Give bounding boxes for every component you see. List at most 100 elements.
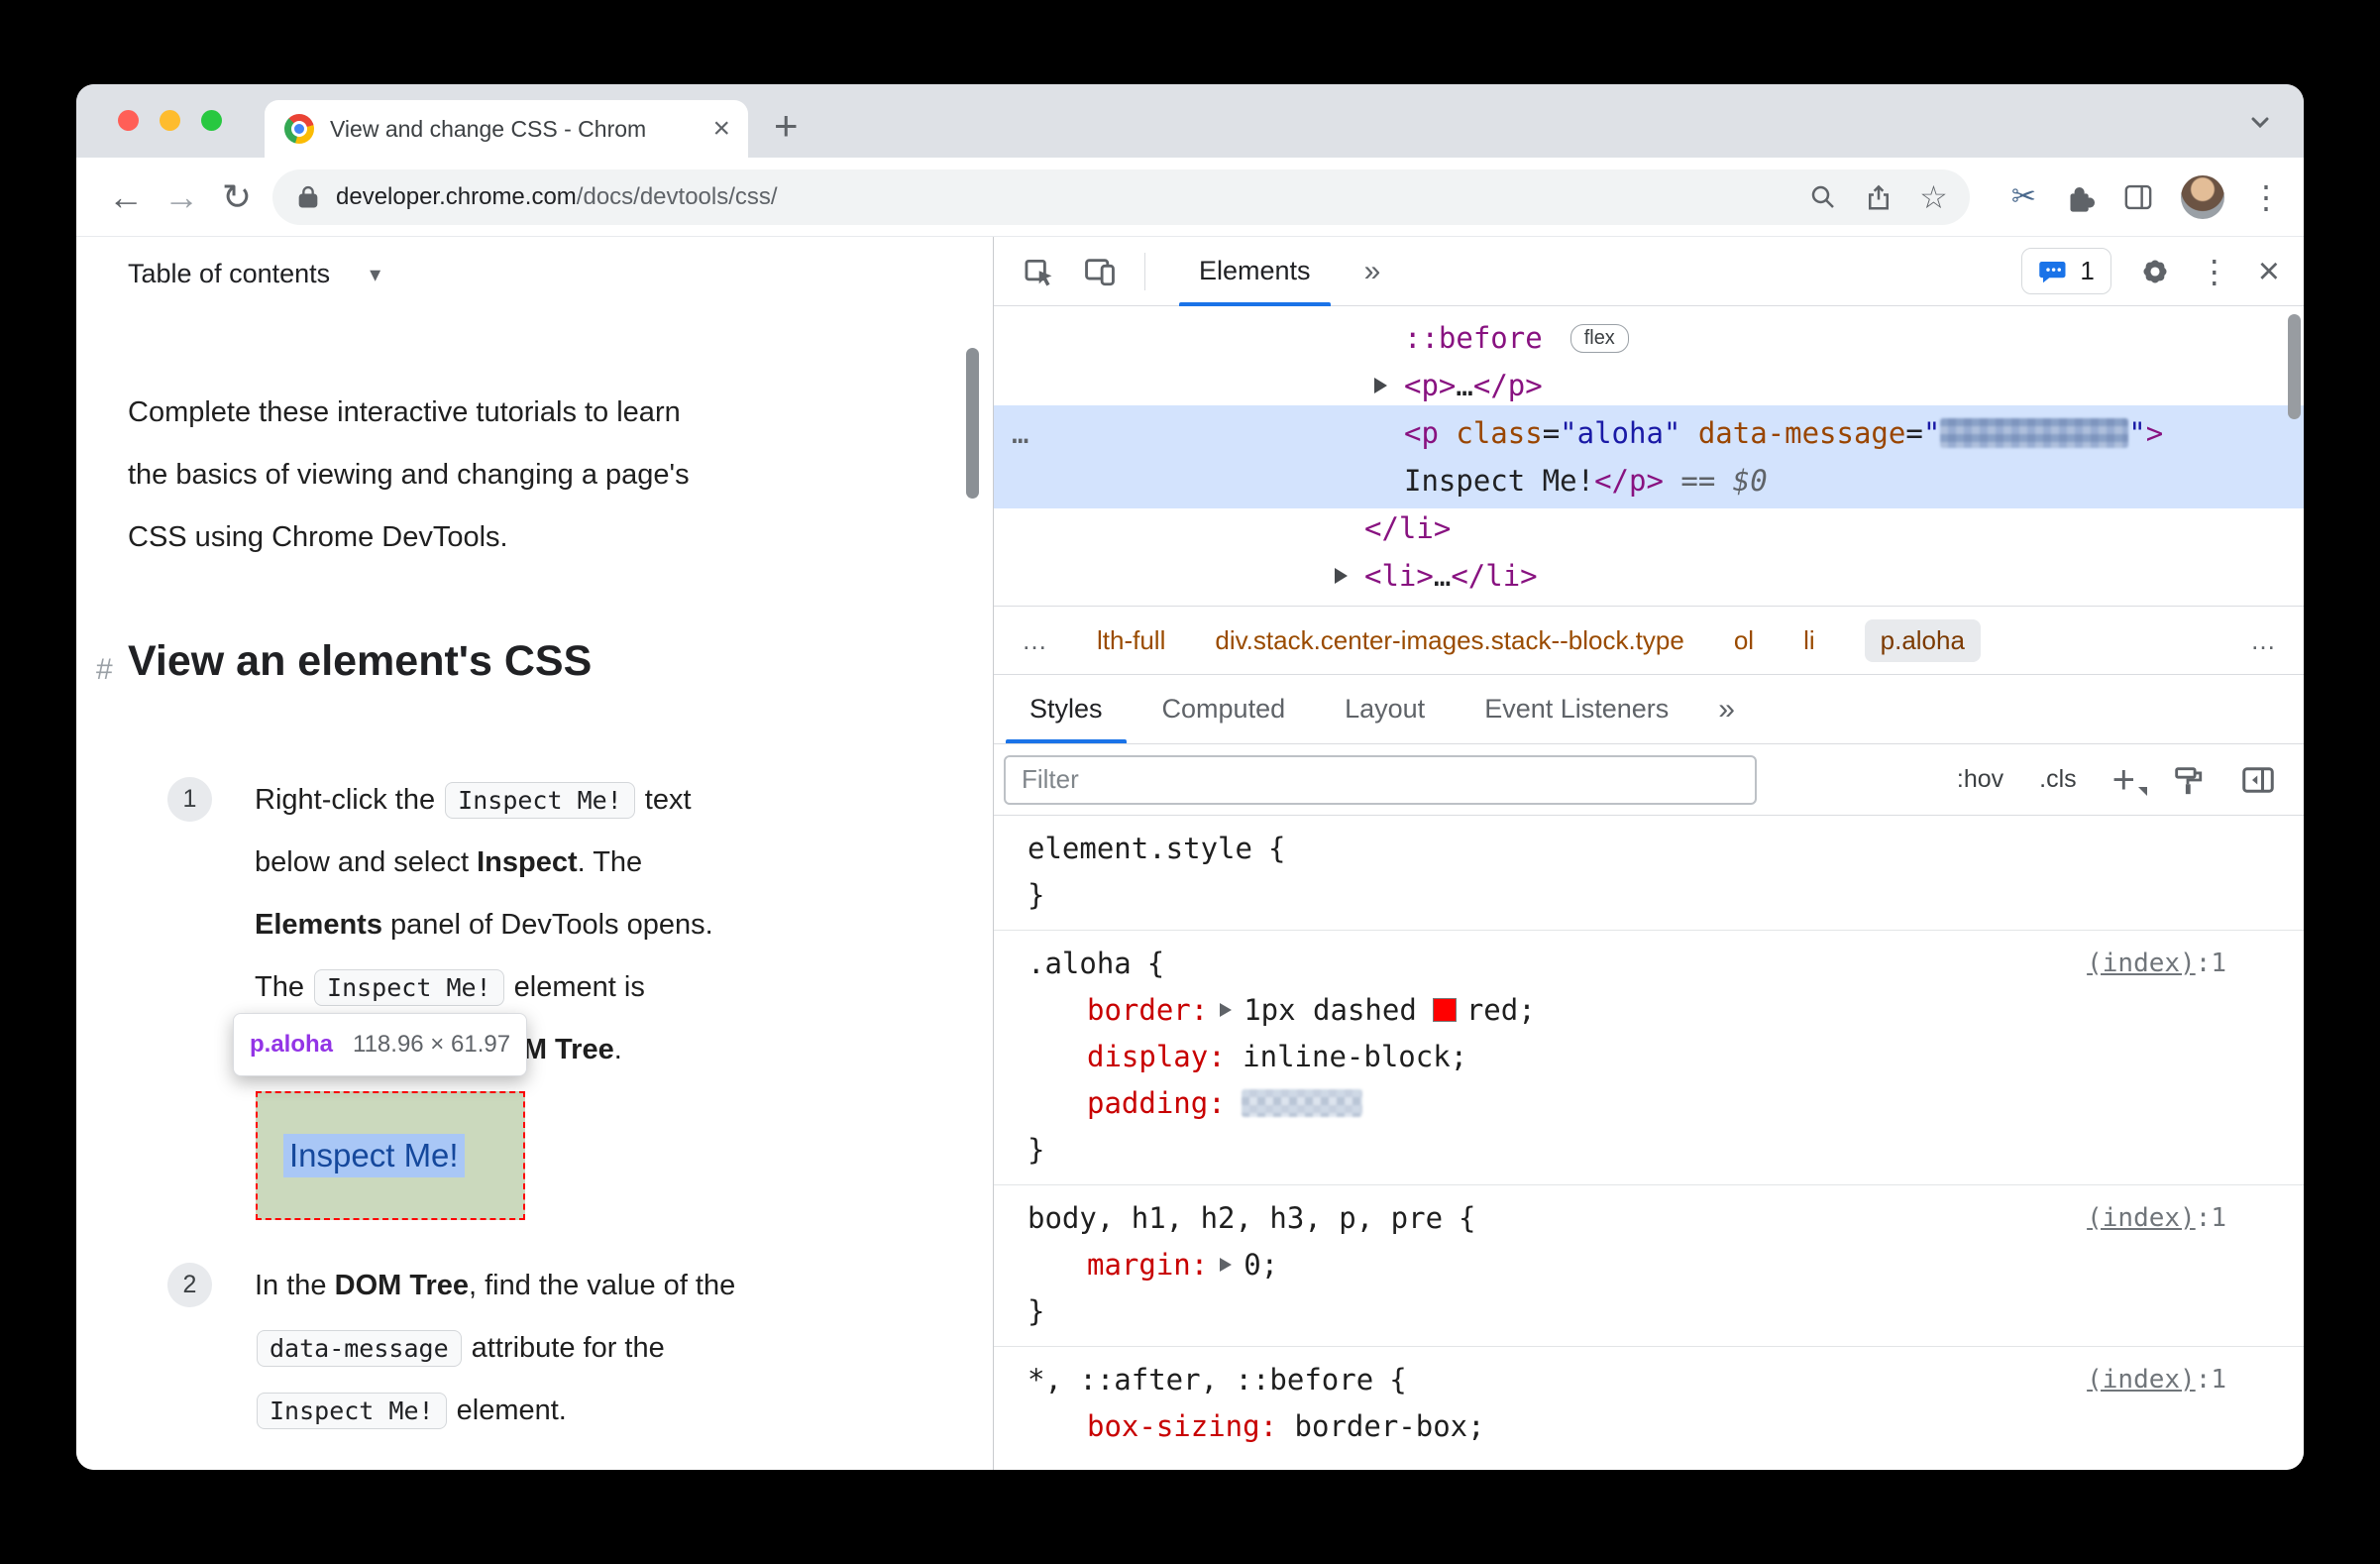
breadcrumb-overflow[interactable]: …	[2250, 625, 2276, 656]
extensions-puzzle-icon[interactable]	[2062, 180, 2096, 214]
inspect-element-icon[interactable]	[1022, 255, 1055, 288]
tooltip-dimensions: 118.96 × 61.97	[353, 1031, 511, 1058]
breadcrumb-current[interactable]: p.aloha	[1864, 618, 1981, 662]
tab-elements[interactable]: Elements	[1173, 237, 1337, 306]
forward-button[interactable]: →	[154, 176, 209, 218]
tab-event-listeners[interactable]: Event Listeners	[1455, 675, 1698, 743]
dom-node-collapsed-li[interactable]: <li>… </li>	[994, 552, 2304, 600]
devtools-toolbar: Elements » 1 ⋮ ×	[994, 237, 2304, 306]
more-panels-chevrons[interactable]: »	[1364, 255, 1381, 288]
back-button[interactable]: ←	[98, 176, 154, 218]
dom-node-before-pseudo[interactable]: ::before flex	[994, 314, 2304, 362]
address-bar[interactable]: developer.chrome.com/docs/devtools/css/ …	[272, 168, 1970, 225]
chevron-down-icon: ▾	[370, 261, 381, 286]
expand-arrow-icon[interactable]	[1220, 1257, 1233, 1272]
paint-roller-icon[interactable]	[2171, 763, 2205, 797]
tab-computed[interactable]: Computed	[1133, 675, 1316, 743]
toggle-class-button[interactable]: .cls	[2039, 765, 2077, 794]
side-panel-icon[interactable]	[2121, 180, 2155, 214]
stylesheet-link[interactable]: (index):1	[2087, 1365, 2226, 1395]
tab-layout[interactable]: Layout	[1315, 675, 1455, 743]
dom-breadcrumbs: … lth-full div.stack.center-images.stack…	[994, 606, 2304, 675]
expand-arrow-icon[interactable]	[1335, 568, 1348, 584]
breadcrumb-item[interactable]: lth-full	[1097, 625, 1165, 656]
issues-counter[interactable]: 1	[2021, 248, 2111, 294]
style-rule-body-headings[interactable]: body, h1, h2, h3, p, pre{ (index):1 marg…	[994, 1185, 2304, 1347]
stylesheet-link[interactable]: (index):1	[2087, 949, 2226, 978]
url-text[interactable]: developer.chrome.com/docs/devtools/css/	[336, 183, 778, 211]
bookmark-star-icon[interactable]: ☆	[1919, 178, 1948, 216]
lock-icon[interactable]	[294, 183, 322, 211]
zoom-window-button[interactable]	[201, 110, 222, 131]
dom-node-selected-text[interactable]: Inspect Me! </p> == $0	[994, 457, 2304, 504]
content-area: Table of contents ▾ Complete these inter…	[76, 237, 2304, 1470]
step-1-number: 1	[167, 777, 212, 822]
dock-sidebar-icon[interactable]	[2240, 762, 2276, 798]
zoom-icon[interactable]	[1808, 182, 1838, 212]
filter-input[interactable]	[1004, 754, 1757, 805]
tab-search-chevron-icon[interactable]	[2246, 108, 2274, 136]
inline-code: Inspect Me!	[445, 782, 635, 819]
flex-badge[interactable]: flex	[1569, 323, 1629, 353]
minimize-window-button[interactable]	[160, 110, 180, 131]
docs-scrollbar[interactable]	[966, 348, 979, 499]
css-property-margin[interactable]: margin: 0;	[994, 1241, 2304, 1287]
inspect-me-label: Inspect Me!	[283, 1134, 465, 1177]
inline-code: data-message	[257, 1330, 462, 1367]
tab-close-icon[interactable]: ×	[712, 114, 730, 144]
style-rule-aloha[interactable]: .aloha{ (index):1 border: 1px dashed red; …	[994, 931, 2304, 1185]
chrome-favicon-icon	[284, 114, 314, 144]
tab-title: View and change CSS - Chrom	[330, 115, 647, 142]
inspect-me-demo-element[interactable]: Inspect Me!	[256, 1091, 525, 1220]
color-swatch-red[interactable]	[1432, 997, 1457, 1022]
dom-tree-scrollbar[interactable]	[2288, 314, 2301, 419]
css-property-padding[interactable]: padding:	[994, 1079, 2304, 1126]
devtools-close-icon[interactable]: ×	[2258, 253, 2280, 290]
docs-page: Table of contents ▾ Complete these inter…	[76, 237, 993, 1470]
breadcrumb-item[interactable]: div.stack.center-images.stack--block.typ…	[1215, 625, 1683, 656]
breadcrumb-item[interactable]: li	[1803, 625, 1815, 656]
element-overlay-tooltip: p.aloha 118.96 × 61.97	[233, 1013, 528, 1076]
css-property-box-sizing[interactable]: box-sizing: border-box;	[994, 1402, 2304, 1449]
styles-sidebar-tabs: Styles Computed Layout Event Listeners »	[994, 675, 2304, 744]
message-bubble-icon	[2038, 257, 2068, 286]
heading-anchor-hash[interactable]: #	[96, 653, 113, 687]
toggle-hover-state-button[interactable]: :hov	[1957, 765, 2003, 794]
css-property-border[interactable]: border: 1px dashed red;	[994, 986, 2304, 1033]
share-icon[interactable]	[1864, 182, 1893, 212]
dom-node-selected-open[interactable]: … <p class = "aloha" data-message = " " >	[994, 409, 2304, 457]
style-rule-universal[interactable]: *, ::after, ::before{ (index):1 box-sizi…	[994, 1347, 2304, 1461]
new-tab-button[interactable]: +	[774, 102, 799, 150]
styles-filter-bar: :hov .cls +	[994, 744, 2304, 816]
styles-pane: element.style{ } .aloha{ (index):1 borde…	[994, 816, 2304, 1470]
breadcrumb-overflow[interactable]: …	[1022, 625, 1047, 656]
css-property-display[interactable]: display: inline-block;	[994, 1033, 2304, 1079]
node-overflow-dots[interactable]: …	[1012, 416, 1028, 450]
close-window-button[interactable]	[118, 110, 139, 131]
settings-gear-icon[interactable]	[2139, 256, 2171, 287]
more-tabs-chevrons[interactable]: »	[1718, 693, 1735, 726]
tab-styles[interactable]: Styles	[1000, 675, 1133, 743]
profile-avatar[interactable]	[2181, 174, 2224, 219]
dom-node-li-close[interactable]: </li>	[994, 504, 2304, 552]
device-toolbar-icon[interactable]	[1083, 255, 1117, 288]
intro-paragraph: Complete these interactive tutorials to …	[128, 396, 690, 553]
new-style-rule-button[interactable]: +	[2112, 760, 2148, 800]
style-rule-element-style[interactable]: element.style{ }	[994, 816, 2304, 931]
redacted-padding-value	[1241, 1088, 1362, 1117]
stylesheet-link[interactable]: (index):1	[2087, 1203, 2226, 1233]
dom-tree: ::before flex <p>… </p> … <p class = "aloha…	[994, 306, 2304, 606]
page-heading: View an element's CSS	[128, 637, 593, 685]
breadcrumb-item[interactable]: ol	[1734, 625, 1754, 656]
browser-menu-kebab-icon[interactable]: ⋮	[2250, 178, 2282, 216]
browser-tab[interactable]: View and change CSS - Chrom ×	[265, 100, 748, 158]
reload-button[interactable]: ↻	[209, 176, 265, 218]
dom-node-collapsed-p[interactable]: <p>… </p>	[994, 362, 2304, 409]
step-2-text: In the DOM Tree, find the value of the d…	[255, 1255, 735, 1442]
devtools-menu-kebab-icon[interactable]: ⋮	[2199, 253, 2230, 290]
expand-arrow-icon[interactable]	[1374, 378, 1387, 393]
scissors-extension-icon[interactable]: ✂	[2011, 179, 2036, 214]
table-of-contents-toggle[interactable]: Table of contents ▾	[128, 259, 380, 289]
toolbar-divider	[1144, 252, 1145, 290]
expand-arrow-icon[interactable]	[1220, 1002, 1233, 1017]
